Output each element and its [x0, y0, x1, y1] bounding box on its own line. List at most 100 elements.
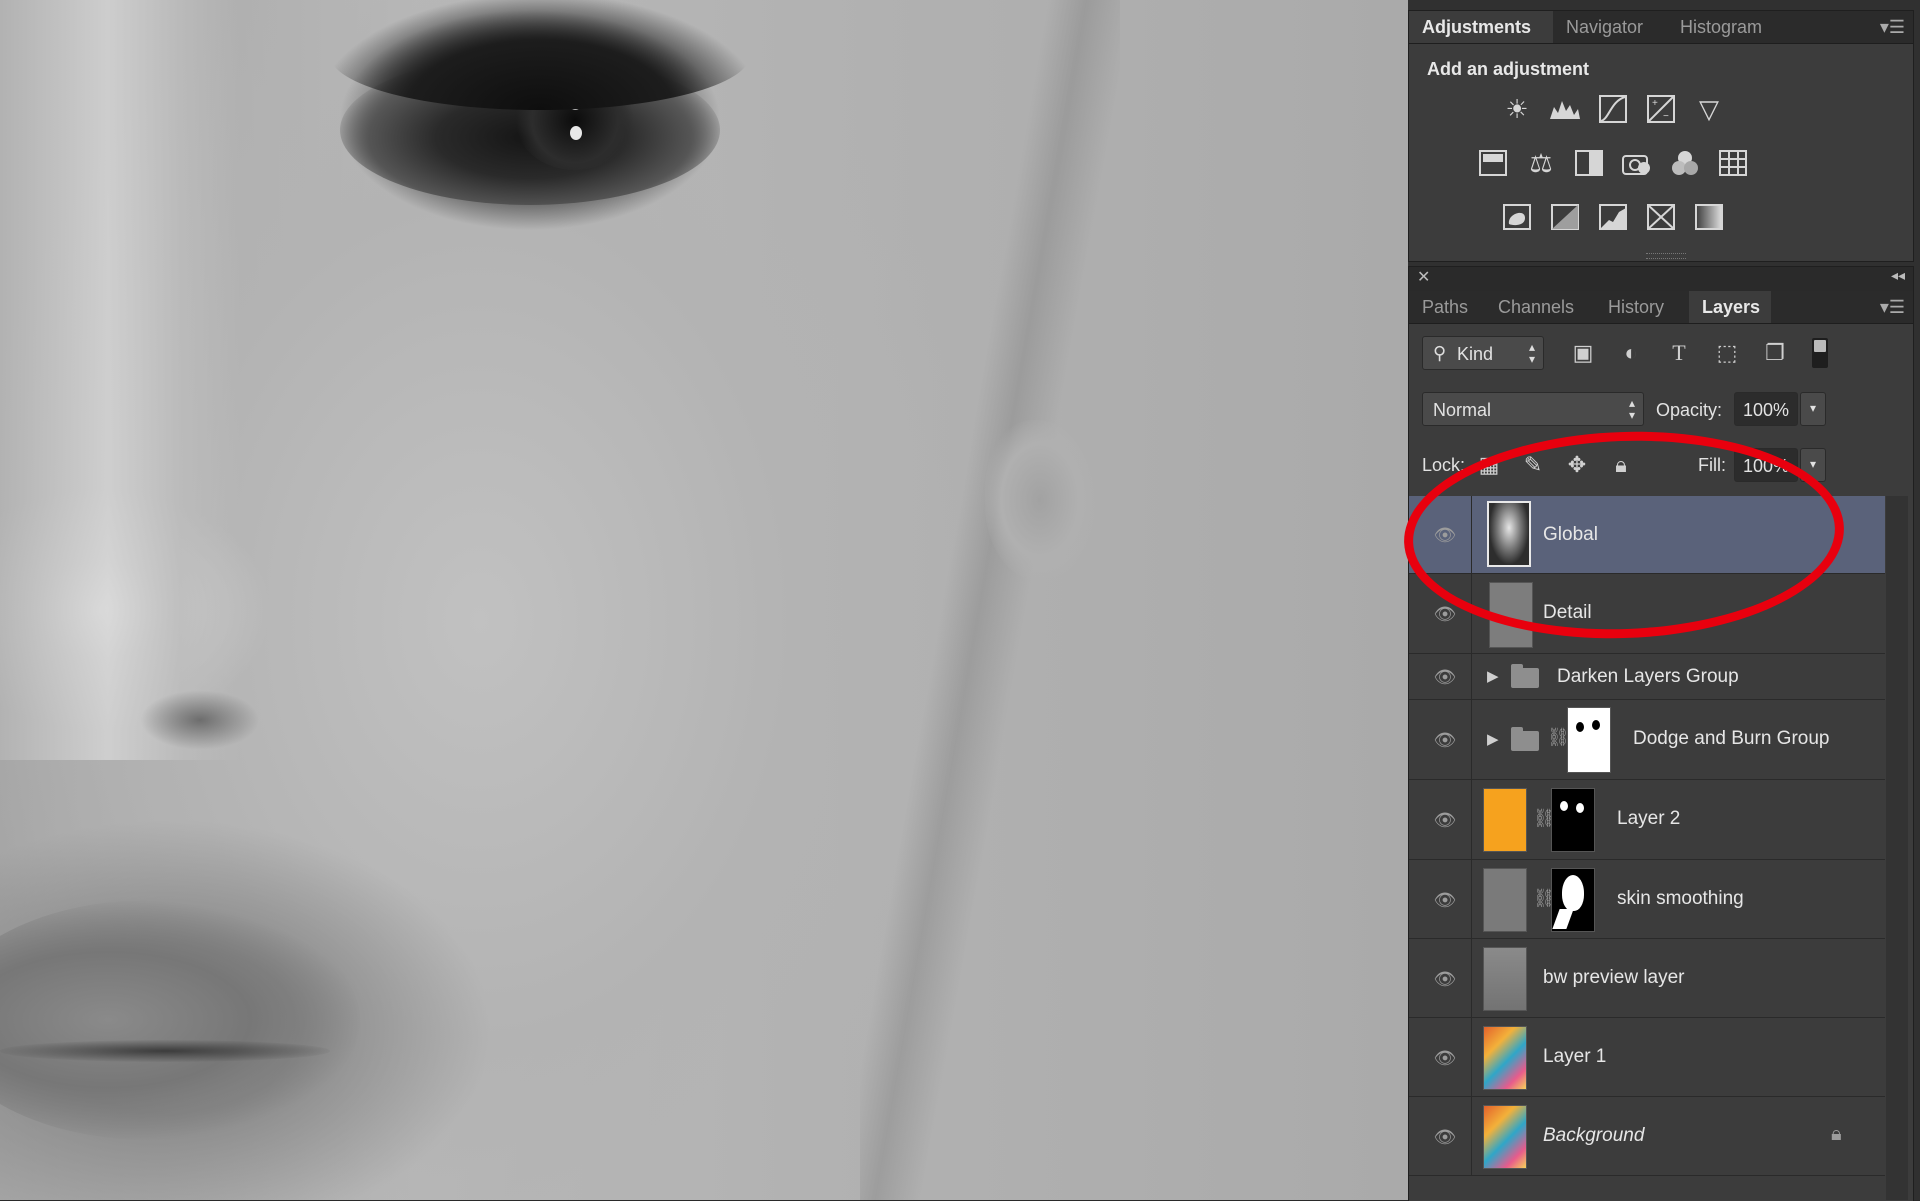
- gradient-map-icon[interactable]: [1691, 199, 1727, 235]
- layer-name: Global: [1543, 524, 1598, 545]
- collapse-panel-icon[interactable]: ◂◂: [1891, 267, 1905, 284]
- layer-name: Layer 1: [1543, 1046, 1607, 1067]
- color-lookup-icon[interactable]: [1715, 145, 1751, 181]
- layer-row-background[interactable]: 👁︎ Background 🔒︎: [1409, 1097, 1885, 1176]
- filter-toggle-switch[interactable]: [1812, 338, 1828, 368]
- threshold-icon[interactable]: [1595, 199, 1631, 235]
- layers-scrollbar[interactable]: [1886, 496, 1908, 1200]
- layers-list: 👁︎ Global 👁︎ Detail 👁︎ ▶ Darken Layers G…: [1409, 496, 1885, 1200]
- visibility-eye-icon[interactable]: 👁︎: [1433, 602, 1457, 626]
- close-panel-icon[interactable]: ✕: [1417, 267, 1430, 287]
- row-divider: [1471, 700, 1472, 779]
- folder-icon: [1511, 664, 1539, 688]
- layer-mask-thumbnail: [1551, 868, 1595, 932]
- posterize-icon[interactable]: [1547, 199, 1583, 235]
- layer-name: Dodge and Burn Group: [1633, 728, 1830, 749]
- opacity-dropdown-button[interactable]: ▾: [1800, 392, 1826, 426]
- invert-icon[interactable]: [1499, 199, 1535, 235]
- visibility-eye-icon[interactable]: 👁︎: [1433, 1125, 1457, 1149]
- eye-highlight-lower: [570, 126, 582, 140]
- lock-transparent-pixels-icon[interactable]: ▦: [1474, 450, 1504, 480]
- fill-dropdown-button[interactable]: ▾: [1800, 448, 1826, 482]
- visibility-eye-icon[interactable]: 👁︎: [1433, 808, 1457, 832]
- visibility-eye-icon[interactable]: 👁︎: [1433, 888, 1457, 912]
- photo-filter-icon[interactable]: [1619, 145, 1655, 181]
- layer-row-detail[interactable]: 👁︎ Detail: [1409, 574, 1885, 654]
- lock-all-icon[interactable]: 🔒︎: [1606, 450, 1636, 480]
- layer-row-layer-2[interactable]: 👁︎ ⛓︎ Layer 2: [1409, 780, 1885, 860]
- fill-value: 100%: [1743, 456, 1790, 476]
- visibility-eye-icon[interactable]: 👁︎: [1433, 967, 1457, 991]
- curves-icon[interactable]: [1595, 91, 1631, 127]
- levels-icon[interactable]: [1547, 91, 1583, 127]
- svg-text:−: −: [1663, 111, 1669, 122]
- vibrance-icon[interactable]: ▽: [1691, 91, 1727, 127]
- row-divider: [1471, 939, 1472, 1017]
- adjustments-heading: Add an adjustment: [1427, 59, 1590, 79]
- blend-mode-value: Normal: [1433, 400, 1492, 420]
- tab-adjustments[interactable]: Adjustments: [1409, 11, 1553, 43]
- lashes: [330, 0, 750, 110]
- row-divider: [1471, 654, 1472, 699]
- document-canvas[interactable]: [0, 0, 1408, 1200]
- visibility-eye-icon[interactable]: 👁︎: [1433, 1046, 1457, 1070]
- resize-grip[interactable]: [1646, 253, 1686, 259]
- layer-thumbnail: [1483, 868, 1527, 932]
- layer-mask-thumbnail: [1567, 707, 1611, 773]
- brightness-contrast-icon[interactable]: ☀: [1499, 91, 1535, 127]
- panel-header-strip: ✕ ◂◂: [1409, 267, 1913, 291]
- row-divider: [1471, 780, 1472, 859]
- opacity-input[interactable]: 100%: [1734, 392, 1798, 426]
- layers-tabbar: Paths Channels History Layers ▾☰: [1409, 291, 1913, 324]
- adjustments-tabbar: Adjustments Navigator Histogram ▾☰: [1409, 11, 1913, 44]
- layer-name: Darken Layers Group: [1557, 666, 1739, 687]
- layer-row-dodge-and-burn-group[interactable]: 👁︎ ▶ ⛓︎ Dodge and Burn Group: [1409, 700, 1885, 780]
- layer-row-layer-1[interactable]: 👁︎ Layer 1: [1409, 1018, 1885, 1097]
- nose-shape: [0, 0, 240, 760]
- tab-paths[interactable]: Paths: [1409, 291, 1485, 323]
- tab-histogram[interactable]: Histogram: [1667, 11, 1783, 43]
- tab-navigator[interactable]: Navigator: [1553, 11, 1667, 43]
- panel-menu-icon[interactable]: ▾☰: [1880, 297, 1905, 318]
- filter-kind-select[interactable]: ⚲ Kind ▴ ▾: [1422, 336, 1544, 370]
- adjustment-filter-icon[interactable]: ◐: [1616, 338, 1646, 368]
- lock-image-pixels-icon[interactable]: ✎: [1518, 450, 1548, 480]
- fill-input[interactable]: 100%: [1734, 448, 1798, 482]
- exposure-icon[interactable]: + −: [1643, 91, 1679, 127]
- opacity-value: 100%: [1743, 400, 1790, 420]
- layer-name: skin smoothing: [1617, 888, 1744, 909]
- channel-mixer-icon[interactable]: [1667, 145, 1703, 181]
- tab-channels[interactable]: Channels: [1485, 291, 1595, 323]
- nostril-shadow: [140, 690, 260, 750]
- visibility-eye-icon[interactable]: 👁︎: [1433, 665, 1457, 689]
- black-white-icon[interactable]: [1571, 145, 1607, 181]
- folder-icon: [1511, 727, 1539, 751]
- tab-layers[interactable]: Layers: [1689, 291, 1771, 323]
- visibility-eye-icon[interactable]: 👁︎: [1433, 523, 1457, 547]
- panel-menu-icon[interactable]: ▾☰: [1880, 17, 1905, 38]
- opacity-label: Opacity:: [1656, 400, 1723, 420]
- visibility-eye-icon[interactable]: 👁︎: [1433, 728, 1457, 752]
- layer-row-skin-smoothing[interactable]: 👁︎ ⛓︎ skin smoothing: [1409, 860, 1885, 939]
- hue-saturation-icon[interactable]: [1475, 145, 1511, 181]
- layer-row-darken-layers-group[interactable]: 👁︎ ▶ Darken Layers Group: [1409, 654, 1885, 700]
- lock-position-icon[interactable]: ✥: [1562, 450, 1592, 480]
- row-divider: [1471, 574, 1472, 653]
- color-balance-icon[interactable]: ⚖: [1523, 145, 1559, 181]
- blend-mode-select[interactable]: Normal ▴ ▾: [1422, 392, 1644, 426]
- search-icon: ⚲: [1433, 343, 1447, 363]
- shape-filter-icon[interactable]: ⬚: [1712, 338, 1742, 368]
- layer-thumbnail: [1483, 1026, 1527, 1090]
- expand-group-icon[interactable]: ▶: [1487, 667, 1499, 685]
- image-filter-icon[interactable]: ▣: [1568, 338, 1598, 368]
- expand-group-icon[interactable]: ▶: [1487, 730, 1499, 748]
- smart-object-filter-icon[interactable]: ❐: [1760, 338, 1790, 368]
- selective-color-icon[interactable]: [1643, 199, 1679, 235]
- layer-thumbnail: [1487, 501, 1531, 567]
- lip-line: [0, 1040, 330, 1062]
- type-filter-icon[interactable]: T: [1664, 338, 1694, 368]
- layer-row-global[interactable]: 👁︎ Global: [1409, 496, 1885, 574]
- tab-history[interactable]: History: [1595, 291, 1689, 323]
- layer-row-bw-preview-layer[interactable]: 👁︎ bw preview layer: [1409, 939, 1885, 1018]
- cheek-edge: [860, 0, 1120, 1200]
